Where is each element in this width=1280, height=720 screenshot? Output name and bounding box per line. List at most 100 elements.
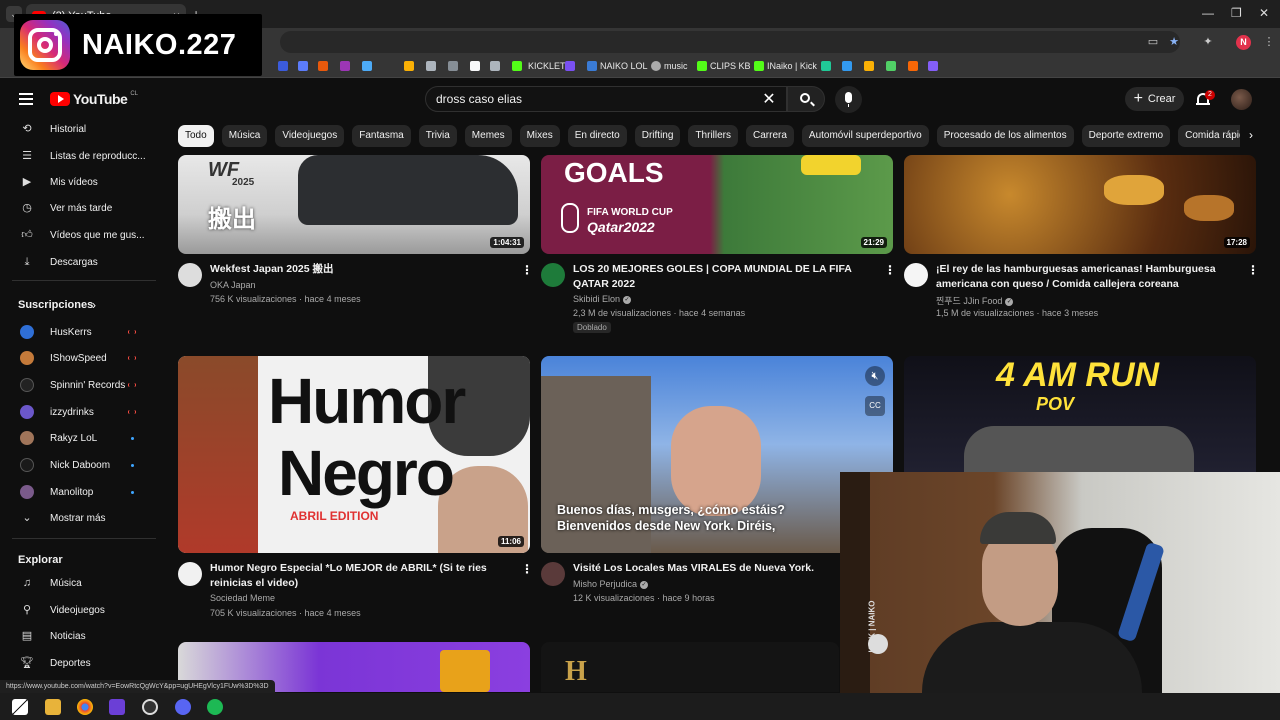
- chip-automovil-superdeportivo[interactable]: Automóvil superdeportivo: [801, 125, 929, 147]
- chip-trivia[interactable]: Trivia: [418, 125, 457, 147]
- video-title[interactable]: ¡El rey de las hamburguesas americanas! …: [936, 262, 1236, 292]
- more-actions-icon[interactable]: ⋮: [884, 263, 896, 277]
- subscription-spinnin-records[interactable]: Spinnin' Records: [0, 374, 160, 396]
- search-button[interactable]: [787, 86, 825, 112]
- mute-icon[interactable]: 🔇︎: [865, 366, 885, 386]
- chip-todo[interactable]: Todo: [178, 125, 214, 147]
- search-input[interactable]: [436, 92, 736, 106]
- bookmark-kicklet[interactable]: KICKLET: [512, 61, 566, 71]
- channel-name[interactable]: Misho Perjudica ✓: [573, 579, 649, 589]
- chip-drifting[interactable]: Drifting: [634, 125, 681, 147]
- bookmark-naiko-lol[interactable]: NAIKO LOL: [587, 61, 648, 71]
- chip-mixes[interactable]: Mixes: [519, 125, 560, 147]
- sidebar-item-descargas[interactable]: ⤓ Descargas: [0, 251, 160, 273]
- sidebar-item-deportes[interactable]: 🏆︎ Deportes: [0, 652, 160, 674]
- account-avatar[interactable]: [1231, 89, 1252, 110]
- channel-avatar[interactable]: [904, 263, 928, 287]
- bookmark-icon[interactable]: [886, 61, 896, 71]
- bookmark-icon[interactable]: [426, 61, 436, 71]
- create-button[interactable]: + Crear: [1125, 87, 1184, 111]
- bookmark-icon[interactable]: [908, 61, 918, 71]
- bookmark-music[interactable]: music: [651, 61, 688, 71]
- sidebar-item-ver-mas-tarde[interactable]: ◷ Ver más tarde: [0, 197, 160, 219]
- channel-name[interactable]: 찐푸드 JJin Food ✓: [936, 294, 1014, 307]
- sidebar-item-videojuegos[interactable]: ⚲ Videojuegos: [0, 599, 160, 621]
- discord-icon[interactable]: [175, 699, 191, 715]
- channel-avatar[interactable]: [178, 263, 202, 287]
- video-thumbnail[interactable]: GOALS FIFA WORLD CUP Qatar2022 21:29: [541, 155, 893, 254]
- sidebar-item-playlists[interactable]: ☰ Listas de reproducc...: [0, 145, 160, 167]
- chip-thrillers[interactable]: Thrillers: [688, 125, 738, 147]
- subscriptions-heading[interactable]: Suscripciones ›: [0, 294, 160, 316]
- close-window-button[interactable]: ✕: [1259, 6, 1269, 20]
- extensions-icon[interactable]: ✦: [1201, 35, 1215, 49]
- bookmark-icon[interactable]: [490, 61, 500, 71]
- video-title[interactable]: Humor Negro Especial *Lo MEJOR de ABRIL*…: [210, 561, 510, 591]
- video-thumbnail[interactable]: 4 AM RUN POV: [904, 356, 1256, 472]
- spotify-icon[interactable]: [207, 699, 223, 715]
- bookmark-icon[interactable]: [821, 61, 831, 71]
- bookmark-icon[interactable]: [864, 61, 874, 71]
- clear-search-icon[interactable]: ✕: [760, 91, 778, 109]
- channel-avatar[interactable]: [178, 562, 202, 586]
- video-thumbnail[interactable]: 17:28: [904, 155, 1256, 254]
- voice-search-button[interactable]: [835, 86, 862, 113]
- file-explorer-icon[interactable]: [45, 699, 61, 715]
- chip-carrera[interactable]: Carrera: [746, 125, 794, 147]
- video-thumbnail[interactable]: Humor Negro ABRIL EDITION 11:06: [178, 356, 530, 553]
- chrome-icon[interactable]: [77, 699, 93, 715]
- bookmark-icon[interactable]: [340, 61, 350, 71]
- subscription-nick-daboom[interactable]: Nick Daboom: [0, 454, 160, 476]
- cast-icon[interactable]: ▭: [1146, 35, 1160, 49]
- bookmark-icon[interactable]: [298, 61, 308, 71]
- chip-musica[interactable]: Música: [221, 125, 268, 147]
- browser-profile-avatar[interactable]: N: [1236, 35, 1251, 50]
- video-title[interactable]: LOS 20 MEJORES GOLES | COPA MUNDIAL DE L…: [573, 262, 873, 292]
- obs-icon[interactable]: [142, 699, 158, 715]
- search-box[interactable]: ✕: [425, 86, 787, 112]
- video-title[interactable]: Visité Los Locales Mas VIRALES de Nueva …: [573, 561, 833, 576]
- menu-icon[interactable]: [19, 93, 33, 105]
- address-bar[interactable]: [280, 31, 1180, 53]
- chip-procesado-alimentos[interactable]: Procesado de los alimentos: [936, 125, 1074, 147]
- sidebar-item-mis-videos[interactable]: ▶ Mis vídeos: [0, 171, 160, 193]
- sidebar-item-musica[interactable]: ♫ Música: [0, 572, 160, 594]
- sidebar-item-noticias[interactable]: ▤ Noticias: [0, 625, 160, 647]
- youtube-logo[interactable]: YouTube CL: [50, 91, 138, 107]
- video-thumbnail[interactable]: WF 2025 搬出 1:04:31: [178, 155, 530, 254]
- subscription-izzydrinks[interactable]: izzydrinks: [0, 401, 160, 423]
- more-actions-icon[interactable]: ⋮: [1247, 263, 1259, 277]
- bookmark-star-icon[interactable]: ★: [1167, 35, 1181, 49]
- subscription-ishowspeed[interactable]: IShowSpeed: [0, 347, 160, 369]
- chip-comida-rapida[interactable]: Comida rápida: [1178, 125, 1240, 147]
- browser-menu-icon[interactable]: ⋮: [1262, 35, 1276, 49]
- channel-name[interactable]: Skibidi Elon ✓: [573, 294, 632, 304]
- chip-deporte-extremo[interactable]: Deporte extremo: [1081, 125, 1171, 147]
- channel-name[interactable]: OKA Japan: [210, 280, 256, 290]
- maximize-window-button[interactable]: ❐: [1231, 6, 1242, 20]
- bookmark-icon[interactable]: [565, 61, 575, 71]
- more-actions-icon[interactable]: ⋮: [521, 263, 533, 277]
- chip-videojuegos[interactable]: Videojuegos: [275, 125, 345, 147]
- windows-start-icon[interactable]: [12, 699, 28, 715]
- chip-en-directo[interactable]: En directo: [567, 125, 627, 147]
- chevron-right-icon[interactable]: ›: [1249, 128, 1253, 142]
- bookmark-inaiko-kick[interactable]: INaiko | Kick: [754, 61, 817, 71]
- bookmark-icon[interactable]: [318, 61, 328, 71]
- app-icon[interactable]: [109, 699, 125, 715]
- bookmark-icon[interactable]: [448, 61, 458, 71]
- subscription-huskerrs[interactable]: HusKerrs: [0, 321, 160, 343]
- bookmark-icon[interactable]: [404, 61, 414, 71]
- sidebar-item-historial[interactable]: ⟲ Historial: [0, 118, 160, 140]
- subscription-rakyz-lol[interactable]: Rakyz LoL: [0, 427, 160, 449]
- chip-fantasma[interactable]: Fantasma: [352, 125, 411, 147]
- more-actions-icon[interactable]: ⋮: [521, 562, 533, 576]
- sidebar-item-liked-videos[interactable]: 👍︎ Vídeos que me gus...: [0, 224, 160, 246]
- bookmark-clips-kb[interactable]: CLIPS KB: [697, 61, 751, 71]
- captions-icon[interactable]: CC: [865, 396, 885, 416]
- bookmark-icon[interactable]: [278, 61, 288, 71]
- show-more-button[interactable]: ⌄ Mostrar más: [0, 507, 160, 529]
- chip-memes[interactable]: Memes: [464, 125, 512, 147]
- bookmark-icon[interactable]: [362, 61, 372, 71]
- video-title[interactable]: Wekfest Japan 2025 搬出: [210, 262, 510, 277]
